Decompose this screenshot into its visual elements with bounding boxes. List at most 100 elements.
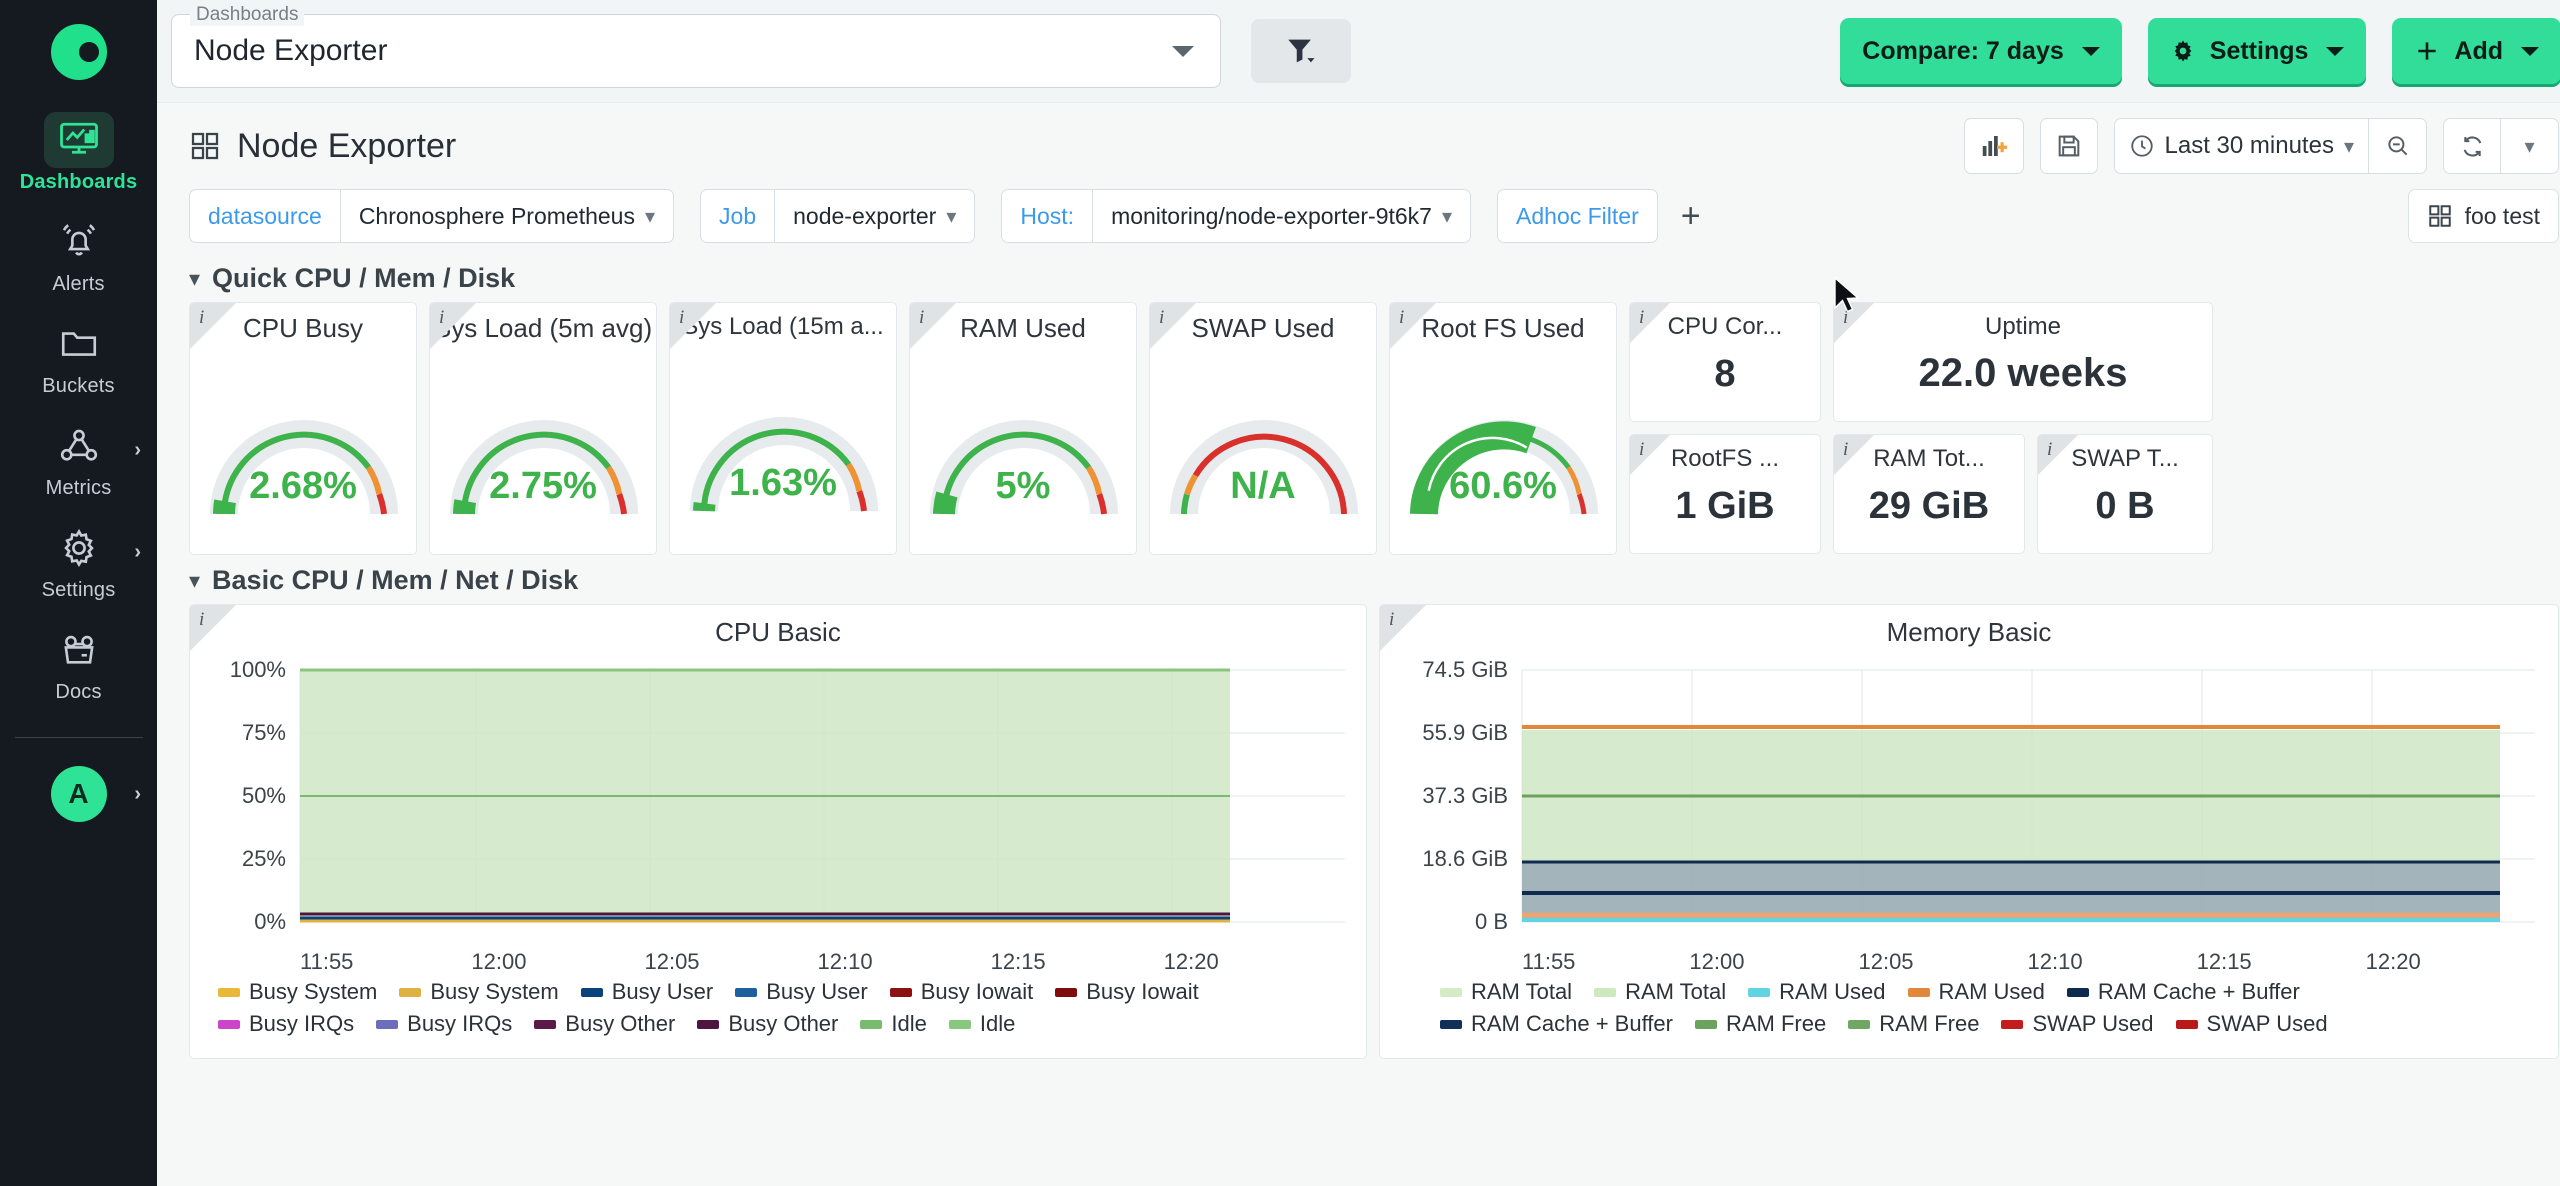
refresh-button[interactable] [2443,118,2501,174]
sidebar-item-settings[interactable]: › Settings [0,511,157,613]
compare-button[interactable]: Compare: 7 days [1840,18,2122,84]
info-icon[interactable]: i [199,609,204,631]
refresh-group: ▾ [2443,118,2559,174]
bell-icon [44,214,114,270]
info-icon[interactable]: i [1843,307,1848,329]
legend-swatch [2175,1019,2198,1029]
row-header-basic[interactable]: ▾ Basic CPU / Mem / Net / Disk [157,555,2560,604]
add-panel-button[interactable] [1963,118,2024,174]
legend-item[interactable]: RAM Total [1440,979,1572,1005]
legend-item[interactable]: Busy Iowait [1055,979,1199,1005]
x-axis-labels: 11:55 12:00 12:05 12:10 12:15 12:20 [190,949,1366,975]
info-icon[interactable]: i [439,307,444,329]
info-icon[interactable]: i [919,307,924,329]
sidebar-item-metrics[interactable]: › Metrics [0,409,157,511]
legend-item[interactable]: Busy System [399,979,559,1005]
panel-swap-total[interactable]: i SWAP T... 0 B [2037,434,2213,554]
memory-basic-legend: RAM Total RAM Total RAM Used RAM Used RA… [1380,975,2558,1037]
legend-item[interactable]: RAM Total [1594,979,1726,1005]
panel-sys-load-15m[interactable]: i Sys Load (15m a... 1.63% [669,302,897,555]
panel-corner [1630,435,1670,475]
chevron-down-icon: ▾ [1441,205,1453,228]
y-tick-label: 50% [242,783,286,808]
settings-button[interactable]: Settings [2147,18,2367,84]
panel-corner [190,303,236,349]
info-icon[interactable]: i [1639,307,1644,329]
legend-item[interactable]: RAM Used [1907,979,2045,1005]
sidebar-item-alerts[interactable]: Alerts [0,205,157,307]
legend-item[interactable]: Busy Other [697,1011,838,1037]
filter-button[interactable] [1251,19,1351,83]
logo-container[interactable] [0,0,157,103]
info-icon[interactable]: i [199,307,204,329]
legend-item[interactable]: RAM Cache + Buffer [2066,979,2300,1005]
info-icon[interactable]: i [1159,307,1164,329]
add-adhoc-filter-button[interactable]: + [1664,189,1718,243]
chevron-down-icon: ▾ [189,265,201,291]
legend-item[interactable]: Busy IRQs [218,1011,354,1037]
chevron-down-icon: ▾ [2343,135,2354,158]
dashboard-select[interactable]: Dashboards Node Exporter [171,4,1221,88]
panel-swap-used[interactable]: i SWAP Used N/A [1149,302,1377,555]
panel-rootfs-total[interactable]: i RootFS ... 1 GiB [1629,434,1821,554]
legend-item[interactable]: Busy IRQs [376,1011,512,1037]
adhoc-filter-chip[interactable]: Adhoc Filter [1497,189,1658,243]
add-button[interactable]: Add [2392,18,2560,84]
x-tick-label: 12:05 [644,949,700,974]
settings-button-label: Settings [2209,36,2309,65]
legend-swatch [399,987,422,997]
legend-label: RAM Used [1779,979,1886,1004]
variable-job: Job node-exporter ▾ [700,189,976,243]
info-icon[interactable]: i [1843,439,1848,461]
sidebar: Dashboards Alerts Buckets › Metrics › Se… [0,0,157,1186]
legend-item[interactable]: RAM Free [1848,1011,1979,1037]
legend-item[interactable]: Idle [948,1011,1015,1037]
legend-item[interactable]: Busy Other [534,1011,675,1037]
variable-value-text: node-exporter [793,202,937,229]
panel-memory-basic[interactable]: i Memory Basic 74.5 GiB 55.9 GiB 37.3 Gi… [1379,604,2559,1059]
legend-item[interactable]: RAM Used [1748,979,1886,1005]
panel-cpu-cores[interactable]: i CPU Cor... 8 [1629,302,1821,422]
info-icon[interactable]: i [1389,609,1394,631]
legend-item[interactable]: SWAP Used [2175,1011,2328,1037]
legend-label: Busy User [611,979,714,1004]
panel-sys-load-5m[interactable]: i Sys Load (5m avg) 2.75% [429,302,657,555]
variable-label: Host: [1001,189,1094,243]
zoom-out-button[interactable] [2369,118,2427,174]
info-icon[interactable]: i [1399,307,1404,329]
info-icon[interactable]: i [679,307,684,329]
panel-uptime[interactable]: i Uptime 22.0 weeks [1833,302,2213,422]
stat-panel-group: i CPU Cor... 8 i Uptime 22.0 weeks i Roo… [1629,302,2213,555]
time-range-picker[interactable]: Last 30 minutes ▾ [2113,118,2369,174]
panel-ram-total[interactable]: i RAM Tot... 29 GiB [1833,434,2025,554]
legend-label: Busy IRQs [407,1011,513,1036]
refresh-icon [2463,135,2481,157]
save-dashboard-button[interactable] [2039,118,2098,174]
legend-item[interactable]: Busy Iowait [889,979,1033,1005]
info-icon[interactable]: i [1639,439,1644,461]
sidebar-item-docs[interactable]: Docs [0,613,157,715]
panel-ram-used[interactable]: i RAM Used 5% [909,302,1137,555]
legend-item[interactable]: Busy User [580,979,714,1005]
panel-root-fs-used[interactable]: i Root FS Used 60.6% [1389,302,1617,555]
legend-label: RAM Free [1725,1011,1827,1036]
sidebar-item-dashboards[interactable]: Dashboards [0,103,157,205]
panel-corner [910,303,956,349]
user-menu[interactable]: A › [0,766,157,822]
legend-item[interactable]: Idle [860,1011,927,1037]
panel-cpu-basic[interactable]: i CPU Basic 100% 75% 50% 25% 0% 11:55 12… [189,604,1367,1059]
variable-value[interactable]: monitoring/node-exporter-9t6k7 ▾ [1093,189,1472,243]
legend-item[interactable]: Busy User [735,979,868,1005]
refresh-interval-dropdown[interactable]: ▾ [2501,118,2559,174]
legend-item[interactable]: RAM Cache + Buffer [1440,1011,1673,1037]
panel-cpu-busy[interactable]: i CPU Busy 2.68% [189,302,417,555]
legend-item[interactable]: SWAP Used [2001,1011,2154,1037]
sidebar-item-buckets[interactable]: Buckets [0,307,157,409]
variable-value[interactable]: Chronosphere Prometheus ▾ [340,189,675,243]
foo-test-link[interactable]: foo test [2407,189,2559,243]
legend-item[interactable]: RAM Free [1694,1011,1827,1037]
variable-value[interactable]: node-exporter ▾ [775,189,976,243]
legend-item[interactable]: Busy System [218,979,377,1005]
row-header-quick[interactable]: ▾ Quick CPU / Mem / Disk [157,253,2560,302]
info-icon[interactable]: i [2047,439,2052,461]
